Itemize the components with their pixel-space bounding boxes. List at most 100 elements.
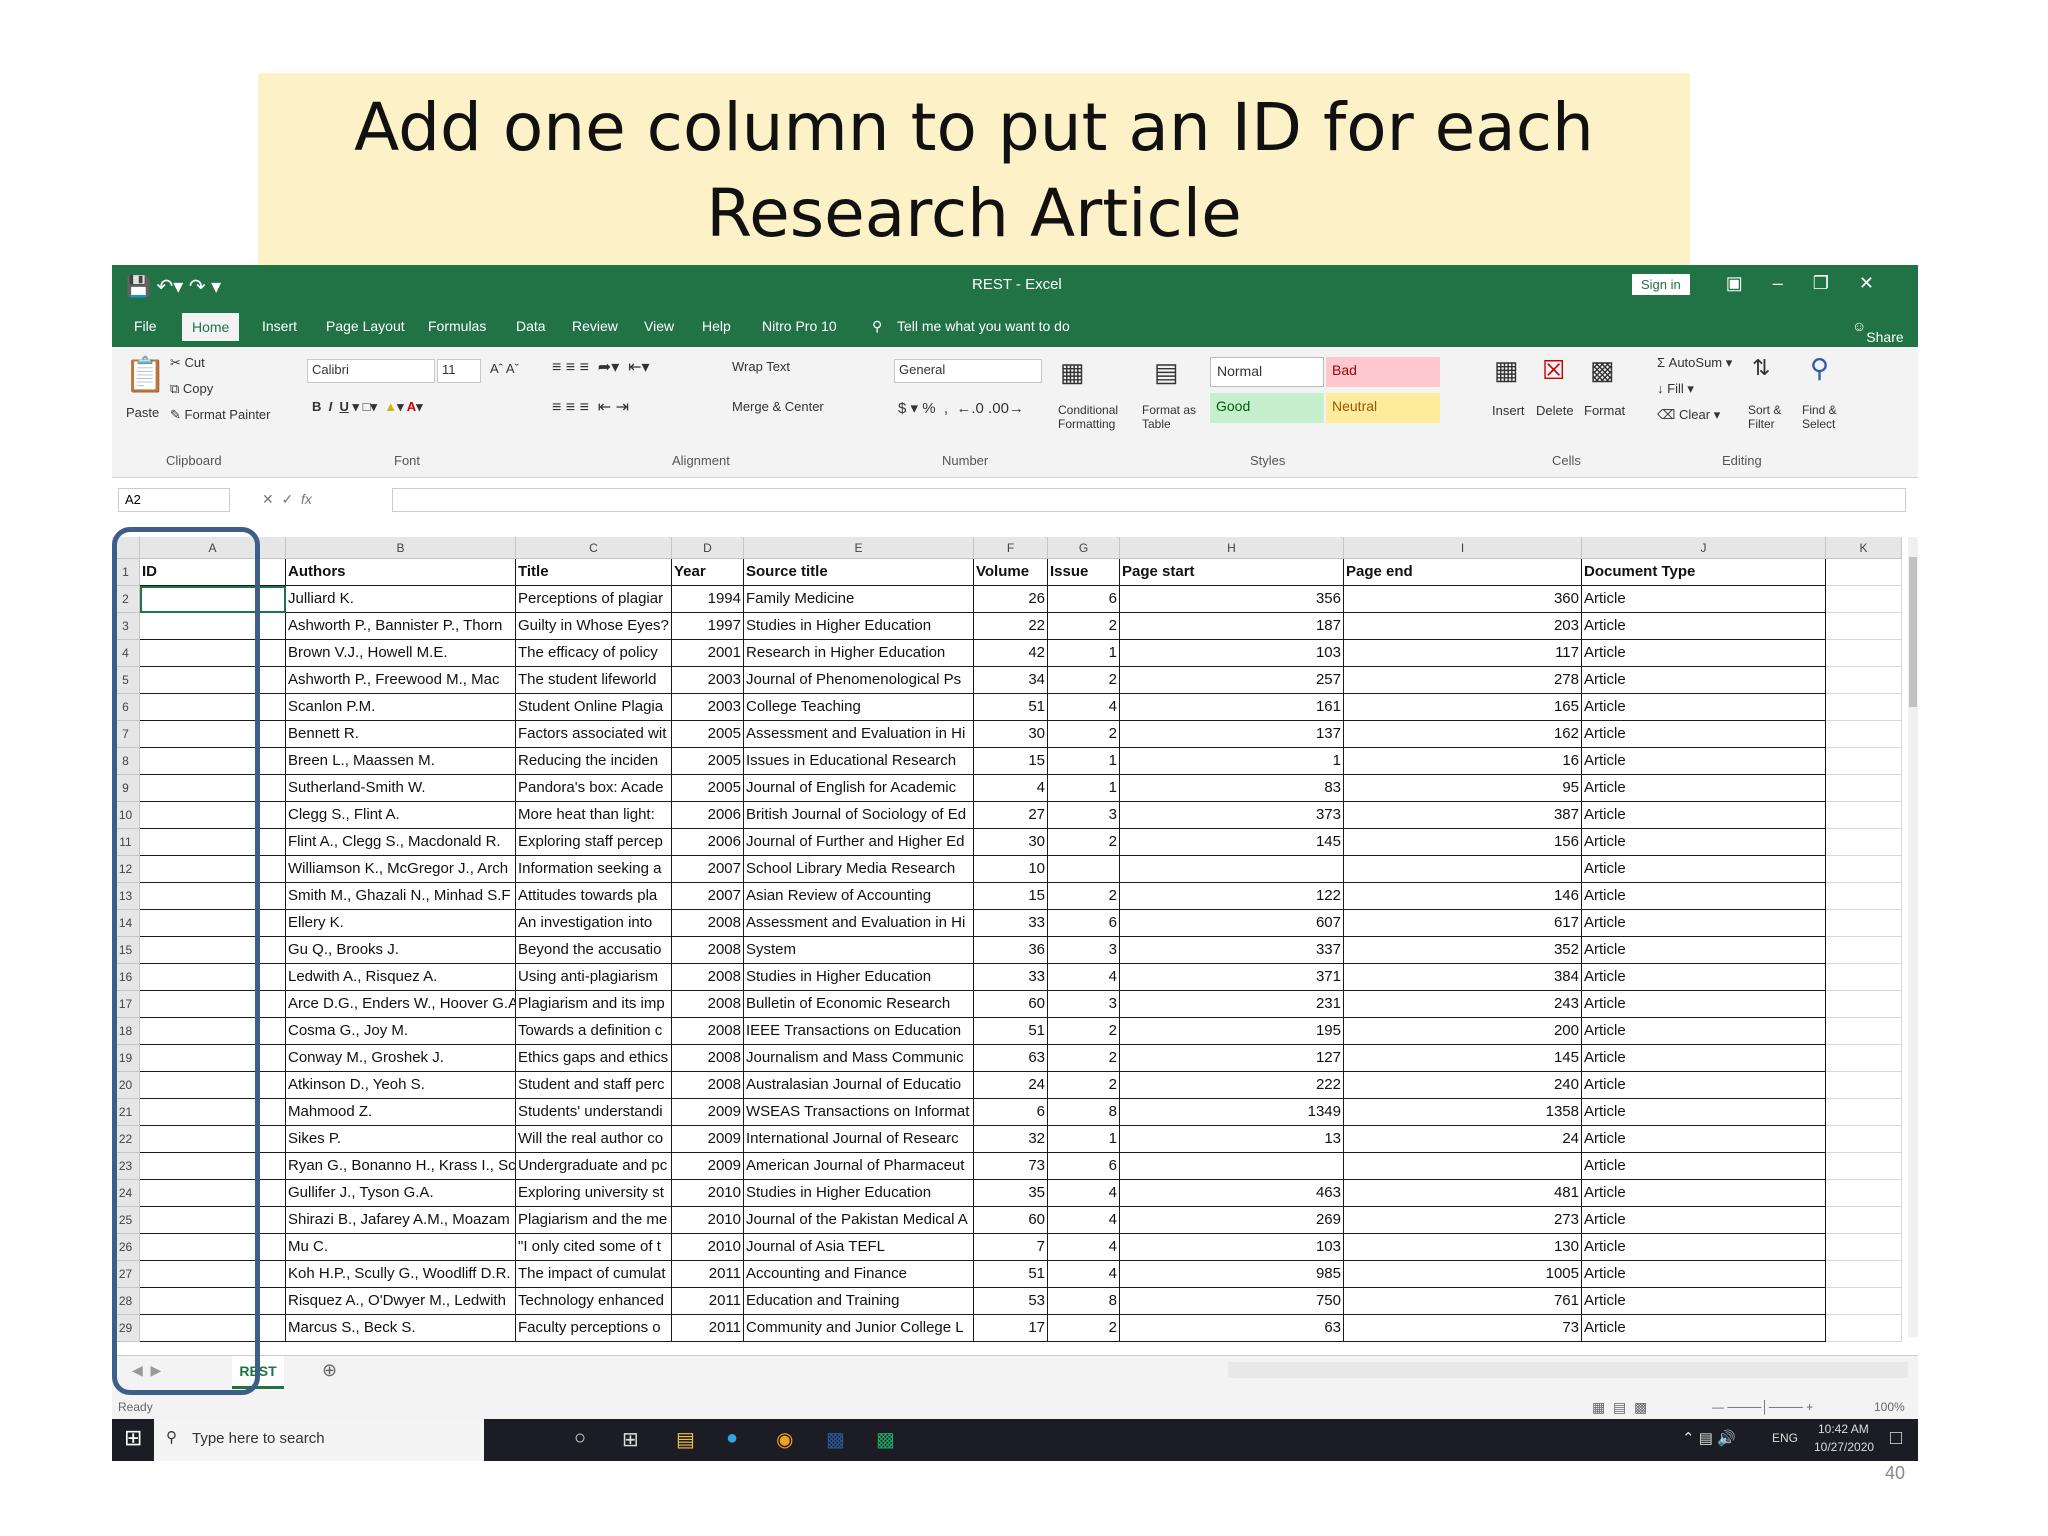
number-format-buttons[interactable]: $ ▾ % , ←.0 .00→ <box>898 399 1024 417</box>
cell-page-end[interactable]: 278 <box>1344 667 1582 694</box>
cell-k[interactable] <box>1826 937 1902 964</box>
cell-volume[interactable]: 73 <box>974 1153 1048 1180</box>
cell-document-type[interactable]: Article <box>1582 1126 1826 1153</box>
cell-volume[interactable]: 60 <box>974 991 1048 1018</box>
cell-page-start[interactable]: 1349 <box>1120 1099 1344 1126</box>
scrollbar-thumb[interactable] <box>1909 557 1917 707</box>
cell-title[interactable]: Information seeking a <box>516 856 672 883</box>
cell-year[interactable]: 2011 <box>672 1288 744 1315</box>
cell-source-title[interactable]: School Library Media Research <box>744 856 974 883</box>
cell-page-start[interactable]: 161 <box>1120 694 1344 721</box>
cell-k[interactable] <box>1826 1072 1902 1099</box>
cell-document-type[interactable]: Article <box>1582 1018 1826 1045</box>
cell-title[interactable]: Will the real author co <box>516 1126 672 1153</box>
vertical-scrollbar[interactable] <box>1908 537 1918 1337</box>
cell-document-type[interactable]: Article <box>1582 667 1826 694</box>
cell-volume[interactable]: 22 <box>974 613 1048 640</box>
find-select-button[interactable]: Find & Select <box>1802 403 1852 431</box>
cell-source-title[interactable]: College Teaching <box>744 694 974 721</box>
cell-document-type[interactable]: Article <box>1582 1045 1826 1072</box>
cell-issue[interactable]: 2 <box>1048 1045 1120 1072</box>
cell-page-start[interactable]: 985 <box>1120 1261 1344 1288</box>
add-sheet-icon[interactable]: ⊕ <box>322 1360 337 1381</box>
cell-source-title[interactable]: Bulletin of Economic Research <box>744 991 974 1018</box>
cell-year[interactable]: 2006 <box>672 802 744 829</box>
cut-button[interactable]: ✂ Cut <box>170 355 205 371</box>
column-header-c[interactable]: C <box>516 537 672 559</box>
cell-year[interactable]: 2009 <box>672 1153 744 1180</box>
cell-k[interactable] <box>1826 694 1902 721</box>
cell-volume[interactable]: 24 <box>974 1072 1048 1099</box>
cell-page-start[interactable]: 356 <box>1120 586 1344 613</box>
cell-volume[interactable]: 10 <box>974 856 1048 883</box>
cell-page-start[interactable]: 13 <box>1120 1126 1344 1153</box>
cell-k[interactable] <box>1826 802 1902 829</box>
cell-document-type[interactable]: Article <box>1582 883 1826 910</box>
tab-review[interactable]: Review <box>572 318 618 334</box>
cell-page-end[interactable]: 162 <box>1344 721 1582 748</box>
cell-k[interactable] <box>1826 1261 1902 1288</box>
cell-source-title[interactable]: American Journal of Pharmaceut <box>744 1153 974 1180</box>
cell-page-start[interactable]: 137 <box>1120 721 1344 748</box>
cell-year[interactable]: 2001 <box>672 640 744 667</box>
zoom-level[interactable]: 100% <box>1874 1400 1905 1414</box>
cell-page-end[interactable]: Page end <box>1344 559 1582 586</box>
cell-source-title[interactable]: Journal of Further and Higher Ed <box>744 829 974 856</box>
cell-issue[interactable]: 8 <box>1048 1099 1120 1126</box>
cell-issue[interactable]: 4 <box>1048 1234 1120 1261</box>
cell-page-end[interactable]: 145 <box>1344 1045 1582 1072</box>
cell-document-type[interactable]: Article <box>1582 694 1826 721</box>
cell-k[interactable] <box>1826 559 1902 586</box>
cell-volume[interactable]: 33 <box>974 964 1048 991</box>
cell-k[interactable] <box>1826 856 1902 883</box>
cell-authors[interactable]: Marcus S., Beck S. <box>286 1315 516 1342</box>
cell-title[interactable]: Undergraduate and pc <box>516 1153 672 1180</box>
cell-authors[interactable]: Ryan G., Bonanno H., Krass I., Sc <box>286 1153 516 1180</box>
cell-volume[interactable]: 6 <box>974 1099 1048 1126</box>
cell-authors[interactable]: Atkinson D., Yeoh S. <box>286 1072 516 1099</box>
cell-page-start[interactable]: 103 <box>1120 640 1344 667</box>
cell-issue[interactable]: 1 <box>1048 640 1120 667</box>
cell-document-type[interactable]: Article <box>1582 910 1826 937</box>
cell-title[interactable]: Beyond the accusatio <box>516 937 672 964</box>
cell-issue[interactable]: 2 <box>1048 1018 1120 1045</box>
cell-title[interactable]: Reducing the inciden <box>516 748 672 775</box>
tab-view[interactable]: View <box>644 318 674 334</box>
insert-cells-button[interactable]: Insert <box>1492 403 1525 418</box>
cell-authors[interactable]: Williamson K., McGregor J., Arch <box>286 856 516 883</box>
cell-source-title[interactable]: Journal of English for Academic <box>744 775 974 802</box>
cell-source-title[interactable]: British Journal of Sociology of Ed <box>744 802 974 829</box>
cell-k[interactable] <box>1826 586 1902 613</box>
zoom-slider[interactable]: — ────│──── + <box>1712 1400 1813 1414</box>
cell-title[interactable]: The efficacy of policy <box>516 640 672 667</box>
cell-page-end[interactable]: 481 <box>1344 1180 1582 1207</box>
cell-issue[interactable]: 8 <box>1048 1288 1120 1315</box>
cell-title[interactable]: Plagiarism and the me <box>516 1207 672 1234</box>
cell-year[interactable]: 2005 <box>672 775 744 802</box>
tab-home[interactable]: Home <box>182 313 240 341</box>
cell-issue[interactable]: 6 <box>1048 1153 1120 1180</box>
cell-page-end[interactable]: 165 <box>1344 694 1582 721</box>
fill-button[interactable]: ↓ Fill ▾ <box>1657 381 1694 397</box>
cell-title[interactable]: Student Online Plagia <box>516 694 672 721</box>
cell-authors[interactable]: Conway M., Groshek J. <box>286 1045 516 1072</box>
cell-title[interactable]: Guilty in Whose Eyes? <box>516 613 672 640</box>
cell-volume[interactable]: 51 <box>974 694 1048 721</box>
alignment-top-buttons[interactable]: ≡ ≡ ≡ ➦▾ ⇤▾ <box>552 357 650 377</box>
font-size-buttons[interactable]: Aˆ Aˇ <box>490 361 519 376</box>
cell-document-type[interactable]: Article <box>1582 1153 1826 1180</box>
cell-authors[interactable]: Ashworth P., Bannister P., Thorn <box>286 613 516 640</box>
cell-title[interactable]: The impact of cumulat <box>516 1261 672 1288</box>
cell-page-start[interactable] <box>1120 1153 1344 1180</box>
cell-volume[interactable]: 34 <box>974 667 1048 694</box>
tab-insert[interactable]: Insert <box>262 318 297 334</box>
cell-source-title[interactable]: Research in Higher Education <box>744 640 974 667</box>
cell-title[interactable]: Students' understandi <box>516 1099 672 1126</box>
cell-page-start[interactable]: 127 <box>1120 1045 1344 1072</box>
cell-document-type[interactable]: Article <box>1582 829 1826 856</box>
cell-issue[interactable]: 4 <box>1048 1261 1120 1288</box>
cell-issue[interactable]: 1 <box>1048 748 1120 775</box>
cell-source-title[interactable]: Issues in Educational Research <box>744 748 974 775</box>
cell-page-start[interactable]: 337 <box>1120 937 1344 964</box>
cell-volume[interactable]: 33 <box>974 910 1048 937</box>
